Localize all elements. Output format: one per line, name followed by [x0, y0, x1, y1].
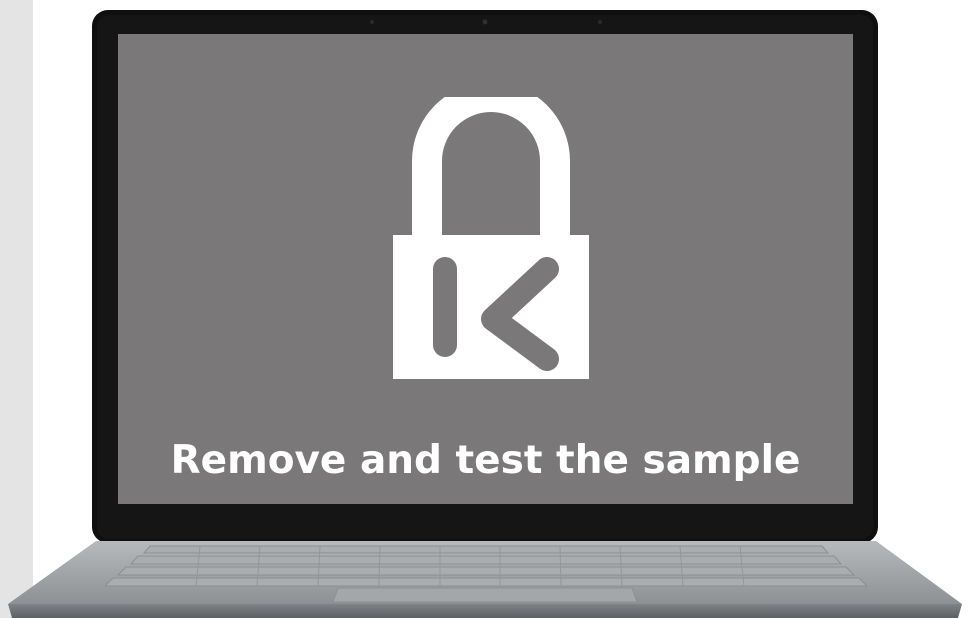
stage: Remove and test the sample [0, 0, 971, 618]
screen-caption: Remove and test the sample [170, 438, 801, 483]
lock-shackle [412, 97, 570, 239]
screen-content: Remove and test the sample [118, 34, 853, 504]
trackpad [332, 587, 638, 603]
camera-dot [482, 19, 488, 25]
sensor-dot-right [598, 20, 602, 24]
sensor-dot-left [370, 20, 374, 24]
kensington-lock-icon [393, 97, 589, 379]
deck-front-edge [8, 604, 962, 618]
